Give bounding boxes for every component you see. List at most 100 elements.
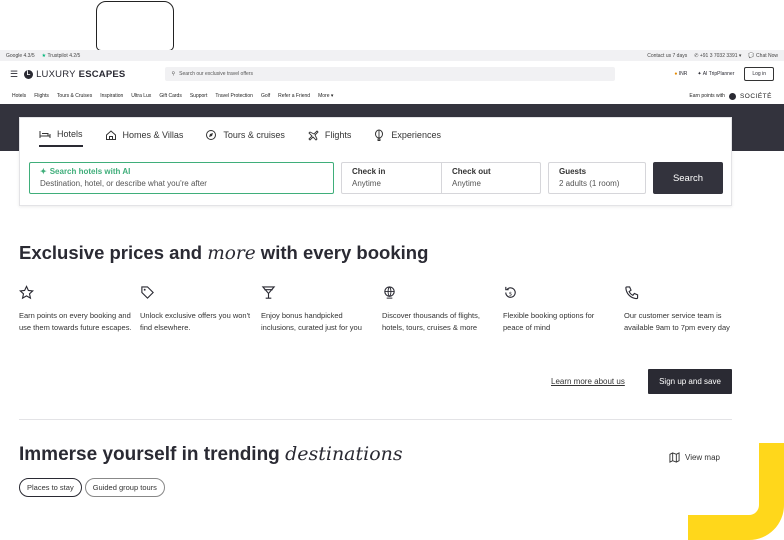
brand-lux: LUXURY (36, 68, 76, 80)
search-icon: ⚲ (171, 71, 176, 77)
nav-item-refer[interactable]: Refer a Friend (278, 93, 310, 99)
checkin-label: Check in (352, 167, 386, 176)
earn-points-label: Earn points with (689, 93, 725, 99)
nav-item-flights[interactable]: Flights (34, 93, 49, 99)
site-header: ☰ L LUXURY ESCAPES ⚲ Search our exclusive… (0, 61, 784, 87)
benefit-item: Unlock exclusive offers you won't find e… (140, 285, 261, 334)
tab-hotels[interactable]: Hotels (39, 128, 83, 147)
benefit-text: Flexible booking options for peace of mi… (503, 311, 595, 332)
trending-title-a: Immerse yourself in trending (19, 444, 286, 465)
currency-selector[interactable]: ● INR (674, 71, 687, 77)
phone-icon: ✆ (694, 52, 699, 59)
nav-item-tours[interactable]: Tours & Cruises (57, 93, 92, 99)
chat-button[interactable]: 💬 Chat Now (748, 53, 778, 59)
tab-experiences-label: Experiences (391, 130, 441, 140)
plane-icon (308, 130, 319, 141)
trustpilot-label: Trustpilot 4.2/5 (47, 52, 81, 59)
ai-planner-link[interactable]: ✦ AI TripPlanner (697, 71, 734, 77)
nav-item-inspiration[interactable]: Inspiration (100, 93, 123, 99)
guests-field[interactable]: Guests 2 adults (1 room) (548, 162, 646, 194)
ai-hotel-search-field[interactable]: ✦ Search hotels with AI Destination, hote… (29, 162, 334, 194)
nav-item-support[interactable]: Support (190, 93, 208, 99)
partner-logo-icon (728, 92, 736, 100)
ai-search-placeholder: Destination, hotel, or describe what you… (40, 179, 207, 188)
benefit-item: $ Flexible booking options for peace of … (503, 285, 624, 334)
balloon-icon (375, 129, 384, 141)
decorative-yellow-shape (688, 443, 784, 540)
flag-icon: ● (674, 71, 678, 77)
ai-search-title: Search hotels with AI (49, 167, 131, 176)
nav-more-label: More (318, 93, 330, 99)
tab-flights-label: Flights (324, 130, 352, 140)
learn-more-link[interactable]: Learn more about us (551, 377, 625, 386)
tab-tours-cruises[interactable]: Tours & cruises (205, 128, 285, 147)
signup-button[interactable]: Sign up and save (648, 369, 732, 394)
sparkle-icon: ✦ (40, 167, 47, 176)
google-rating[interactable]: Google 4.3/5 (6, 53, 35, 59)
chat-label: Chat Now (756, 52, 778, 59)
cocktail-icon (261, 286, 276, 299)
currency-label: INR (678, 71, 688, 77)
benefit-text: Discover thousands of flights, hotels, t… (382, 311, 480, 332)
guests-value: 2 adults (1 room) (559, 179, 620, 188)
pill-places-to-stay[interactable]: Places to stay (19, 478, 82, 497)
nav-item-ultra-lux[interactable]: Ultra Lux (131, 93, 151, 99)
star-icon (19, 285, 34, 300)
top-strip: Google 4.3/5 ★ Trustpilot 4.2/5 Contact … (0, 50, 784, 61)
benefit-text: Unlock exclusive offers you won't find e… (140, 311, 251, 332)
tab-tours-label: Tours & cruises (223, 130, 285, 140)
tab-hotels-label: Hotels (57, 129, 83, 139)
search-panel: Hotels Homes & Villas Tours & cruises Fl… (19, 117, 732, 206)
exclusive-title-a: Exclusive prices and (19, 242, 208, 263)
phone-link[interactable]: ✆ +91 3 7032 3391 ▾ (694, 53, 741, 59)
ai-planner-label: AI TripPlanner (702, 71, 735, 77)
search-placeholder: Search our exclusive travel offers (179, 71, 253, 77)
search-button[interactable]: Search (653, 162, 723, 194)
pill-guided-group-tours[interactable]: Guided group tours (84, 478, 165, 497)
checkin-field[interactable]: Check in Anytime (342, 163, 441, 193)
logo-badge-icon: L (24, 69, 34, 79)
partner-name: SOCIÉTÉ (739, 92, 772, 100)
tab-experiences[interactable]: Experiences (373, 128, 441, 147)
checkout-value: Anytime (452, 179, 481, 188)
exclusive-title-em: more (207, 243, 256, 264)
nav-item-travel-protection[interactable]: Travel Protection (215, 93, 253, 99)
tab-homes-label: Homes & Villas (122, 130, 184, 140)
benefit-item: Enjoy bonus handpicked inclusions, curat… (261, 285, 382, 334)
section-divider (19, 419, 732, 420)
benefit-text: Our customer service team is available 9… (624, 311, 730, 332)
map-icon (669, 452, 680, 463)
login-button[interactable]: Log in (744, 67, 774, 81)
contact-label: Contact us 7 days (647, 52, 688, 59)
phone-number: +91 3 7032 3391 (699, 52, 738, 59)
brand-logo[interactable]: L LUXURY ESCAPES (24, 69, 125, 80)
search-input[interactable]: ⚲ Search our exclusive travel offers (165, 67, 616, 81)
menu-icon[interactable]: ☰ (10, 69, 18, 80)
nav-item-gift-cards[interactable]: Gift Cards (159, 93, 182, 99)
checkout-field[interactable]: Check out Anytime (441, 163, 540, 193)
trending-filter-pills: Places to stay Guided group tours (19, 478, 165, 497)
date-fields: Check in Anytime Check out Anytime (341, 162, 541, 194)
tab-homes-villas[interactable]: Homes & Villas (105, 128, 184, 147)
trending-heading: Immerse yourself in trending destination… (19, 443, 403, 466)
home-icon (105, 130, 116, 140)
chat-icon: 💬 (748, 52, 755, 59)
exclusive-heading: Exclusive prices and more with every boo… (19, 242, 428, 264)
trustpilot-rating[interactable]: ★ Trustpilot 4.2/5 (42, 53, 81, 59)
tag-icon (141, 286, 154, 299)
benefit-item: Our customer service team is available 9… (624, 285, 745, 334)
benefit-text: Earn points on every booking and use the… (19, 311, 132, 332)
compass-icon (206, 130, 217, 140)
exclusive-title-b: with every booking (255, 242, 429, 263)
benefit-item: Earn points on every booking and use the… (19, 285, 140, 334)
nav-item-hotels[interactable]: Hotels (12, 93, 26, 99)
globe-icon (384, 286, 395, 299)
tab-flights[interactable]: Flights (307, 128, 352, 147)
benefit-text: Enjoy bonus handpicked inclusions, curat… (261, 311, 362, 332)
nav-item-more[interactable]: More ▾ (318, 93, 333, 99)
nav-item-golf[interactable]: Golf (261, 93, 270, 99)
earn-points-link[interactable]: Earn points with SOCIÉTÉ (689, 92, 772, 100)
benefit-item: Discover thousands of flights, hotels, t… (382, 285, 503, 334)
sparkle-icon: ✦ (697, 71, 702, 77)
bed-icon (39, 131, 51, 138)
